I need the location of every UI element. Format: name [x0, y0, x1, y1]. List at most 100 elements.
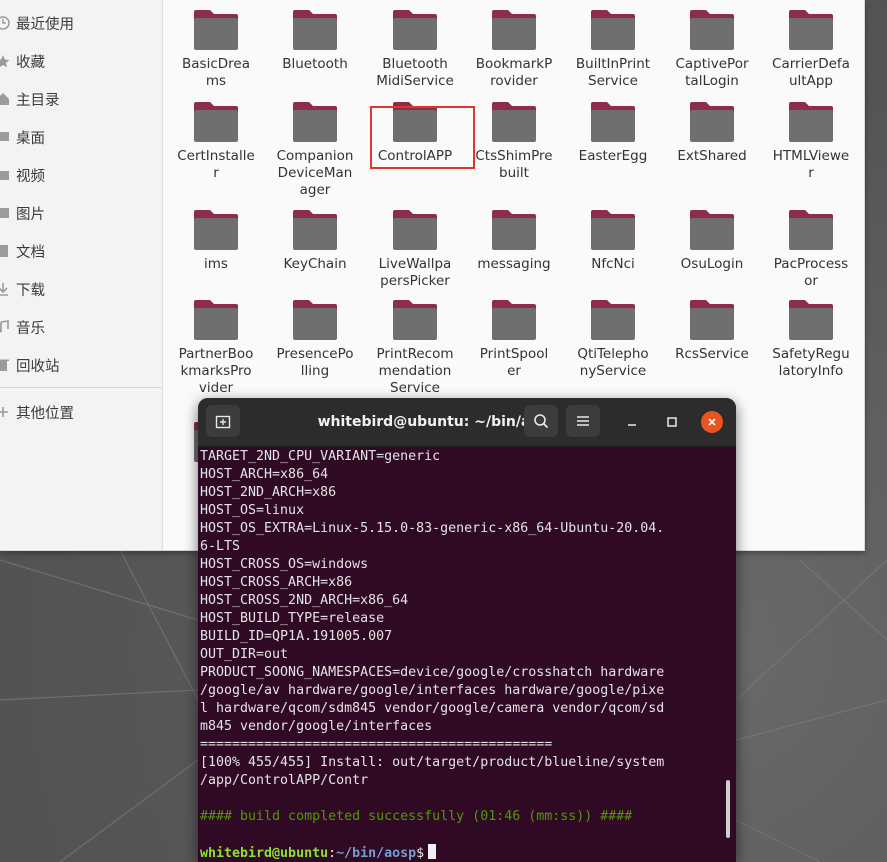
hamburger-menu-icon: [577, 416, 589, 426]
folder-name: CtsShimPre built: [468, 148, 560, 182]
sidebar-item-clock[interactable]: 最近使用: [0, 8, 162, 38]
plus-icon: [0, 407, 8, 417]
sidebar-item-trash[interactable]: 回收站: [0, 350, 162, 380]
folder-icon: [690, 102, 734, 142]
folder-icon: [393, 300, 437, 340]
folder-item[interactable]: PrintSpool er: [468, 298, 560, 380]
terminal-output[interactable]: TARGET_2ND_CPU_VARIANT=generic HOST_ARCH=…: [200, 448, 730, 862]
folder-item[interactable]: CertInstalle r: [170, 100, 262, 182]
maximize-icon: [667, 417, 677, 427]
folder-icon: [492, 300, 536, 340]
terminal-line: PRODUCT_SOONG_NAMESPACES=device/google/c…: [200, 665, 665, 680]
folder-item[interactable]: CaptivePor talLogin: [666, 8, 758, 90]
folder-item[interactable]: SafetyRegu latoryInfo: [765, 298, 857, 380]
folder-item[interactable]: CarrierDefa ultApp: [765, 8, 857, 90]
prompt-symbol: $: [416, 846, 425, 861]
folder-icon: [789, 102, 833, 142]
sidebar-item-other-locations[interactable]: 其他位置: [0, 397, 162, 427]
terminal-line: HOST_BUILD_TYPE=release: [200, 611, 385, 626]
maximize-button[interactable]: [661, 411, 683, 433]
sidebar-item-desktop[interactable]: 桌面: [0, 122, 162, 152]
folder-item[interactable]: PartnerBoo kmarksPro vider: [170, 298, 262, 397]
folder-icon: [591, 300, 635, 340]
folder-name-line: ager: [299, 182, 331, 198]
folder-item[interactable]: RcsService: [666, 298, 758, 363]
sidebar-item-video[interactable]: 视频: [0, 160, 162, 190]
folder-item[interactable]: BuiltInPrint Service: [567, 8, 659, 90]
folder-name: OsuLogin: [666, 256, 758, 273]
folder-item[interactable]: KeyChain: [269, 208, 361, 273]
minimize-button[interactable]: [621, 411, 643, 433]
folder-item[interactable]: Companion DeviceMan ager: [269, 100, 361, 199]
folder-name-line: MidiService: [376, 73, 454, 89]
folder-name: messaging: [468, 256, 560, 273]
folder-icon: [293, 300, 337, 340]
folder-item[interactable]: LiveWallpa persPicker: [369, 208, 461, 290]
sidebar-item-music[interactable]: 音乐: [0, 312, 162, 342]
terminal-line: OUT_DIR=out: [200, 647, 289, 662]
terminal-scrollbar[interactable]: [726, 780, 730, 838]
folder-name: ExtShared: [666, 148, 758, 165]
folder-icon: [492, 10, 536, 50]
folder-item[interactable]: HTMLViewe r: [765, 100, 857, 182]
sidebar-item-image[interactable]: 图片: [0, 198, 162, 228]
folder-icon: [393, 210, 437, 250]
folder-item[interactable]: PresencePo lling: [269, 298, 361, 380]
folder-name-line: LiveWallpa: [378, 256, 452, 272]
folder-icon: [293, 10, 337, 50]
folder-item[interactable]: PrintRecom mendation Service: [369, 298, 461, 397]
folder-name: Companion DeviceMan ager: [269, 148, 361, 199]
folder-name-line: NfcNci: [591, 256, 635, 272]
folder-icon: [789, 210, 833, 250]
sidebar-item-label: 收藏: [16, 54, 45, 71]
folder-name-line: lling: [300, 363, 330, 379]
search-icon: [534, 414, 549, 429]
folder-item[interactable]: ExtShared: [666, 100, 758, 165]
folder-name-line: persPicker: [380, 273, 450, 289]
folder-name-line: OsuLogin: [680, 256, 744, 272]
terminal-line: m845 vendor/google/interfaces: [200, 719, 433, 734]
folder-item[interactable]: messaging: [468, 208, 560, 273]
sidebar-item-label: 主目录: [16, 92, 60, 109]
terminal-line: 6-LTS: [200, 539, 241, 554]
shell-prompt[interactable]: whitebird@ubuntu:~/bin/aosp$: [200, 844, 730, 862]
folder-name-line: r: [213, 165, 219, 181]
folder-item[interactable]: BookmarkP rovider: [468, 8, 560, 90]
folder-item[interactable]: ims: [170, 208, 262, 273]
folder-name-line: Bluetooth: [282, 56, 348, 72]
folder-name: CarrierDefa ultApp: [765, 56, 857, 90]
sidebar-item-download[interactable]: 下载: [0, 274, 162, 304]
terminal-line: /google/av hardware/google/interfaces ha…: [200, 683, 665, 698]
new-tab-button[interactable]: [206, 405, 240, 437]
sidebar-item-home[interactable]: 主目录: [0, 84, 162, 114]
trash-icon: [0, 359, 9, 371]
terminal-line: [100% 455/455] Install: out/target/produ…: [200, 755, 665, 770]
folder-name: PartnerBoo kmarksPro vider: [170, 346, 262, 397]
folder-item[interactable]: CtsShimPre built: [468, 100, 560, 182]
folder-name: ims: [170, 256, 262, 273]
folder-item[interactable]: PacProcess or: [765, 208, 857, 290]
sidebar-item-star[interactable]: 收藏: [0, 46, 162, 76]
folder-item[interactable]: QtiTelepho nyService: [567, 298, 659, 380]
folder-item[interactable]: NfcNci: [567, 208, 659, 273]
terminal-window[interactable]: whitebird@ubuntu: ~/bin/aosp TARGET_2ND_…: [198, 398, 736, 862]
menu-button[interactable]: [566, 405, 600, 437]
folder-name-line: messaging: [477, 256, 551, 272]
sidebar-item-document[interactable]: 文档: [0, 236, 162, 266]
folder-name-line: Service: [390, 380, 440, 396]
folder-name: QtiTelepho nyService: [567, 346, 659, 380]
sidebar-item-label: 其他位置: [16, 405, 74, 422]
folder-icon: [194, 210, 238, 250]
terminal-line: HOST_OS=linux: [200, 503, 305, 518]
folder-item[interactable]: Bluetooth: [269, 8, 361, 73]
star-icon: [0, 55, 10, 68]
folder-item[interactable]: OsuLogin: [666, 208, 758, 273]
folder-item[interactable]: Bluetooth MidiService: [369, 8, 461, 90]
close-icon: [708, 418, 716, 426]
folder-item[interactable]: EasterEgg: [567, 100, 659, 165]
folder-item[interactable]: BasicDrea ms: [170, 8, 262, 90]
folder-name-line: HTMLViewe: [772, 148, 850, 164]
close-button[interactable]: [701, 411, 723, 433]
search-button[interactable]: [524, 405, 558, 437]
folder-name-line: BasicDrea: [182, 56, 250, 72]
